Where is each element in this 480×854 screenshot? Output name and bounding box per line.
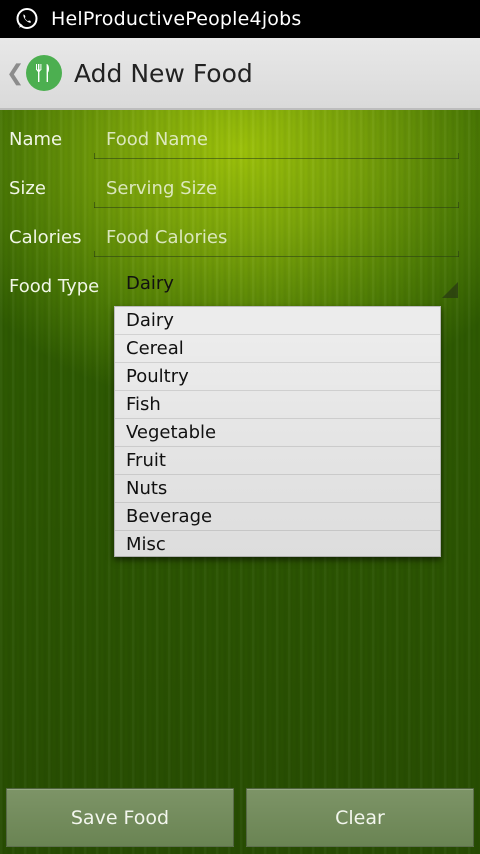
size-row: Size — [0, 164, 480, 213]
name-field — [94, 115, 459, 159]
dropdown-option-fish[interactable]: Fish — [115, 391, 440, 419]
food-type-dropdown: Dairy Cereal Poultry Fish Vegetable Frui… — [114, 306, 441, 557]
dropdown-option-beverage[interactable]: Beverage — [115, 503, 440, 531]
screen-title: Add New Food — [74, 58, 253, 88]
food-type-label: Food Type — [9, 276, 100, 297]
name-label: Name — [9, 129, 63, 150]
fork-knife-icon[interactable] — [26, 55, 62, 91]
save-food-button[interactable]: Save Food — [6, 788, 234, 847]
action-bar: ❮ Add New Food — [0, 38, 480, 110]
dropdown-option-cereal[interactable]: Cereal — [115, 335, 440, 363]
spinner-arrow-icon — [442, 282, 458, 298]
status-bar: HelProductivePeople4jobs — [0, 0, 480, 38]
name-row: Name — [0, 115, 480, 164]
serving-size-input[interactable] — [94, 164, 459, 208]
size-field — [94, 164, 459, 208]
dropdown-option-vegetable[interactable]: Vegetable — [115, 419, 440, 447]
chevron-left-icon[interactable]: ❮ — [6, 61, 24, 86]
whatsapp-icon — [14, 6, 40, 32]
food-calories-input[interactable] — [94, 213, 459, 257]
dropdown-option-dairy[interactable]: Dairy — [115, 307, 440, 335]
form-area: Name Size Calories Food Type Dairy Dairy… — [0, 110, 480, 854]
dropdown-option-fruit[interactable]: Fruit — [115, 447, 440, 475]
food-name-input[interactable] — [94, 115, 459, 159]
dropdown-option-misc[interactable]: Misc — [115, 531, 440, 559]
size-label: Size — [9, 178, 46, 199]
dropdown-option-nuts[interactable]: Nuts — [115, 475, 440, 503]
food-type-spinner[interactable]: Dairy — [114, 260, 460, 304]
notification-title: HelProductivePeople4jobs — [51, 8, 302, 30]
clear-button[interactable]: Clear — [246, 788, 474, 847]
calories-field — [94, 213, 459, 257]
food-type-selected: Dairy — [126, 273, 174, 294]
dropdown-option-poultry[interactable]: Poultry — [115, 363, 440, 391]
calories-row: Calories — [0, 213, 480, 262]
calories-label: Calories — [9, 227, 82, 248]
